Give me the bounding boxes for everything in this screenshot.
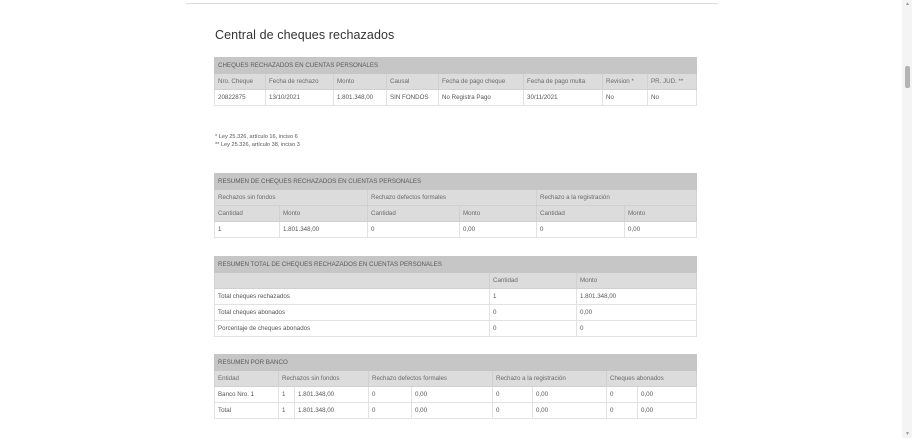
scrollbar[interactable]: ▲ ▼: [902, 0, 912, 438]
row-label: Total cheques abonados: [214, 304, 490, 321]
column-header: Cantidad: [489, 272, 577, 289]
top-divider: [186, 3, 718, 4]
revision-cell: No: [602, 89, 648, 106]
table-row: 1 1.801.348,00 0 0,00 0 0,00: [214, 221, 698, 238]
column-header: Rechazo defectos formales: [368, 370, 493, 387]
table-cell: 0: [492, 386, 533, 403]
column-header: [214, 272, 490, 289]
column-header: Cheques abonados: [605, 370, 698, 387]
table-cell: 0,00: [575, 304, 698, 321]
check-number-cell: 20822875: [214, 89, 266, 106]
table-cell: 1.801.348,00: [575, 288, 698, 305]
legal-notes: * Ley 25.326, artículo 16, inciso 6 ** L…: [215, 133, 300, 149]
table-cell: 1: [278, 386, 295, 403]
group-header: Rechazos sin fondos: [214, 189, 368, 206]
row-label: Total: [214, 402, 279, 419]
column-header: Monto: [459, 205, 537, 222]
column-header: Fecha de rechazo: [265, 73, 334, 90]
table-cell: 0: [536, 221, 625, 238]
table-cell: 0,00: [636, 402, 698, 419]
column-header: Rechazo a la registración: [492, 370, 607, 387]
scroll-down-icon[interactable]: ▼: [905, 431, 910, 437]
scrollbar-thumb[interactable]: [905, 66, 910, 88]
table-cell: 0,00: [636, 386, 698, 403]
table-caption: RESUMEN TOTAL DE CHEQUES RECHAZADOS EN C…: [213, 256, 698, 273]
column-header: Monto: [623, 205, 698, 222]
column-header: PR. JUD. **: [646, 73, 698, 90]
cause-cell: SIN FONDOS: [386, 89, 439, 106]
rejected-checks-table: CHEQUES RECHAZADOS EN CUENTAS PERSONALES…: [213, 57, 698, 106]
table-cell: 0,00: [532, 386, 607, 403]
group-header: Rechazo a la registración: [535, 189, 698, 206]
amount-cell: 1.801.348,00: [333, 89, 387, 106]
column-header: Nro. Cheque: [214, 73, 266, 90]
column-header: Fecha de pago cheque: [438, 73, 524, 90]
table-cell: 1: [214, 221, 280, 238]
table-row: Total cheques rechazados 1 1.801.348,00: [214, 288, 698, 305]
table-cell: 0,00: [411, 402, 493, 419]
legal-note: * Ley 25.326, artículo 16, inciso 6: [215, 134, 298, 140]
table-cell: 0: [489, 320, 577, 337]
table-caption: RESUMEN POR BANCO: [213, 354, 698, 371]
table-row: Porcentaje de cheques abonados 0 0: [214, 320, 698, 337]
table-cell: 0,00: [411, 386, 493, 403]
column-header: Cantidad: [367, 205, 460, 222]
column-header: Monto: [279, 205, 368, 222]
scroll-up-icon[interactable]: ▲: [905, 1, 910, 7]
table-cell: 0,00: [459, 221, 537, 238]
table-cell: 0,00: [532, 402, 607, 419]
table-cell: 0: [606, 402, 638, 419]
check-payment-date-cell: No Registra Pago: [438, 89, 524, 106]
row-label: Total cheques rechazados: [214, 288, 490, 305]
table-row: Total cheques abonados 0 0,00: [214, 304, 698, 321]
table-cell: 0,00: [623, 221, 698, 238]
table-row: Total 1 1.801.348,00 0 0,00 0 0,00 0 0,0…: [214, 402, 698, 419]
table-cell: 0: [368, 402, 412, 419]
group-header: Rechazo defectos formales: [367, 189, 537, 206]
table-cell: 0: [492, 402, 533, 419]
table-cell: 1: [278, 402, 295, 419]
judicial-cell: No: [646, 89, 698, 106]
column-header: Cantidad: [536, 205, 625, 222]
table-cell: 0: [489, 304, 577, 321]
page-title: Central de cheques rechazados: [215, 28, 395, 42]
table-row: 20822875 13/10/2021 1.801.348,00 SIN FON…: [214, 89, 698, 106]
bank-summary-table: RESUMEN POR BANCO Entidad Rechazos sin f…: [213, 354, 698, 419]
rejection-date-cell: 13/10/2021: [265, 89, 334, 106]
row-label: Banco Nro. 1: [214, 386, 279, 403]
legal-note: ** Ley 25.326, artículo 38, inciso 3: [215, 142, 300, 148]
column-header: Revision *: [602, 73, 648, 90]
table-caption: CHEQUES RECHAZADOS EN CUENTAS PERSONALES: [213, 57, 698, 74]
column-header: Cantidad: [214, 205, 280, 222]
table-cell: 0: [575, 320, 698, 337]
row-label: Porcentaje de cheques abonados: [214, 320, 490, 337]
table-row: Banco Nro. 1 1 1.801.348,00 0 0,00 0 0,0…: [214, 386, 698, 403]
table-cell: 1.801.348,00: [294, 402, 369, 419]
table-caption: RESUMEN DE CHEQUES RECHAZADOS EN CUENTAS…: [213, 173, 698, 190]
table-cell: 0: [606, 386, 638, 403]
table-cell: 1.801.348,00: [279, 221, 368, 238]
column-header: Fecha de pago multa: [523, 73, 603, 90]
column-header: Rechazos sin fondos: [278, 370, 369, 387]
column-header: Monto: [333, 73, 387, 90]
table-cell: 1.801.348,00: [294, 386, 369, 403]
total-summary-table: RESUMEN TOTAL DE CHEQUES RECHAZADOS EN C…: [213, 256, 698, 337]
column-header: Causal: [386, 73, 439, 90]
table-cell: 0: [367, 221, 460, 238]
table-cell: 1: [489, 288, 577, 305]
fine-payment-date-cell: 30/11/2021: [523, 89, 603, 106]
column-header: Monto: [575, 272, 698, 289]
table-cell: 0: [368, 386, 412, 403]
column-header: Entidad: [214, 370, 279, 387]
summary-table: RESUMEN DE CHEQUES RECHAZADOS EN CUENTAS…: [213, 173, 698, 238]
